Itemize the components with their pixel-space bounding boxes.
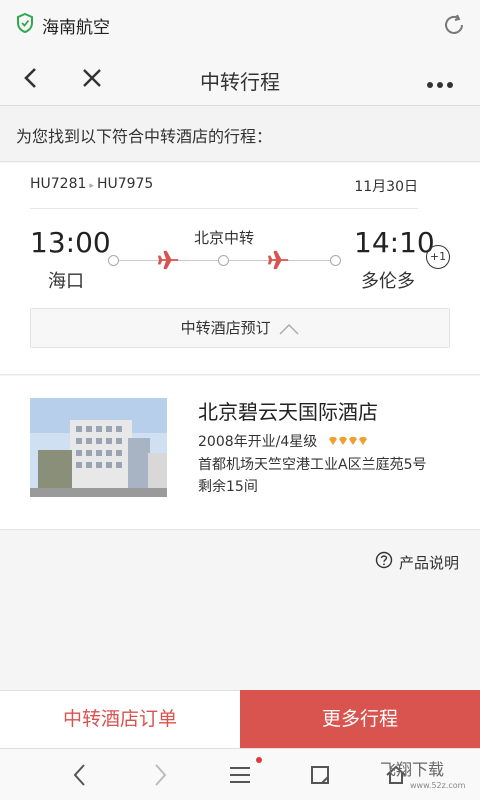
hotel-name: 北京碧云天国际酒店 [198, 400, 378, 424]
hotel-year-rating-text: 2008年开业/4星级 [198, 434, 318, 450]
transfer-label: 北京中转 [194, 229, 255, 247]
shield-icon [16, 12, 34, 37]
diamond-rating-icon [328, 434, 368, 450]
route-dot-transfer [218, 255, 229, 266]
tabs-icon[interactable] [308, 763, 332, 791]
more-trips-button[interactable]: 更多行程 [240, 690, 480, 748]
flight-number-1: HU7281 [30, 176, 87, 192]
hotel-card[interactable]: 北京碧云天国际酒店 2008年开业/4星级 首都机场天竺空港工业A区兰庭苑5号 … [0, 376, 480, 530]
page-title: 中转行程 [200, 70, 280, 94]
watermark-url: www.52z.com [410, 781, 466, 790]
app-name: 海南航空 [42, 17, 110, 38]
more-dots-icon[interactable] [426, 74, 454, 93]
flight-date: 11月30日 [354, 179, 418, 195]
watermark-text: 飞翔下载 [380, 760, 445, 779]
menu-icon[interactable] [228, 763, 252, 791]
plus-day-badge: +1 [426, 245, 450, 269]
flight-separator: ▸ [89, 181, 94, 191]
status-bar: 海南航空 [0, 0, 480, 50]
route-dot-start [108, 255, 119, 266]
divider [30, 208, 418, 209]
arrival-city: 多伦多 [361, 271, 415, 292]
route-dot-end [330, 255, 341, 266]
browser-forward-icon[interactable] [150, 763, 170, 791]
airplane-icon [158, 249, 180, 275]
hotel-year-rating: 2008年开业/4星级 [198, 431, 368, 451]
chevron-up-icon [275, 319, 299, 337]
nav-bar: 中转行程 [0, 50, 480, 106]
browser-back-icon[interactable] [70, 763, 90, 791]
airplane-icon [268, 249, 290, 275]
question-circle-icon [375, 551, 399, 573]
watermark: 飞翔下载 www.52z.com [380, 756, 480, 800]
bottom-actions: 中转酒店订单 更多行程 [0, 690, 480, 748]
hotel-address: 首都机场天竺空港工业A区兰庭苑5号 [198, 457, 427, 473]
arrival-time: 14:10 [354, 226, 435, 259]
itinerary-card[interactable]: HU7281 ▸ HU7975 11月30日 13:00 海口 北京中转 14:10… [0, 163, 480, 375]
notification-dot [256, 757, 262, 763]
flight-numbers: HU7281 ▸ HU7975 [30, 176, 153, 192]
refresh-icon[interactable] [442, 13, 466, 41]
hotel-order-button[interactable]: 中转酒店订单 [0, 690, 240, 748]
product-description-label: 产品说明 [398, 553, 459, 572]
hotel-booking-label: 中转酒店预订 [180, 319, 271, 337]
departure-city: 海口 [48, 271, 84, 292]
hotel-booking-toggle[interactable]: 中转酒店预订 [30, 308, 450, 348]
flight-number-2: HU7975 [96, 176, 154, 192]
product-description-link[interactable]: 产品说明 [375, 551, 459, 573]
results-summary: 为您找到以下符合中转酒店的行程： [0, 106, 480, 162]
departure-time: 13:00 [30, 226, 111, 259]
rooms-left: 剩余15间 [198, 479, 258, 495]
hotel-photo [30, 398, 167, 497]
